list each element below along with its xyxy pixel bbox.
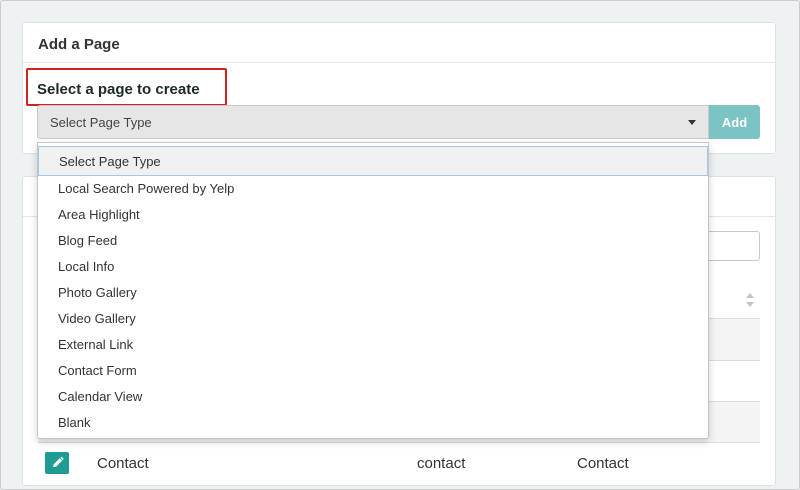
- dropdown-option[interactable]: Video Gallery: [38, 306, 708, 332]
- pencil-icon: [53, 456, 64, 467]
- table-search-input[interactable]: [700, 231, 760, 261]
- dropdown-option[interactable]: Contact Form: [38, 358, 708, 384]
- dropdown-option[interactable]: Blog Feed: [38, 228, 708, 254]
- row-title: Contact: [97, 455, 149, 472]
- dropdown-option[interactable]: Local Info: [38, 254, 708, 280]
- chevron-down-icon: [688, 120, 696, 125]
- dropdown-option[interactable]: Local Search Powered by Yelp: [38, 176, 708, 202]
- dropdown-option[interactable]: External Link: [38, 332, 708, 358]
- dropdown-option[interactable]: Blank: [38, 410, 708, 436]
- table-row-divider: [38, 442, 760, 443]
- dropdown-option[interactable]: Calendar View: [38, 384, 708, 410]
- card-title: Add a Page: [23, 23, 775, 63]
- dropdown-option[interactable]: Photo Gallery: [38, 280, 708, 306]
- select-label: Select a page to create: [37, 81, 200, 98]
- edit-button[interactable]: [45, 452, 69, 474]
- dropdown-option[interactable]: Select Page Type: [38, 146, 708, 176]
- page-type-select-value: Select Page Type: [50, 115, 152, 130]
- dropdown-options: Select Page Type Local Search Powered by …: [38, 146, 708, 436]
- row-type: Contact: [577, 455, 629, 472]
- page-type-dropdown: Select Page Type Local Search Powered by …: [37, 142, 709, 439]
- sort-icon[interactable]: [745, 292, 755, 308]
- add-button[interactable]: Add: [709, 105, 760, 139]
- page-type-select[interactable]: Select Page Type: [37, 105, 709, 139]
- dropdown-option[interactable]: Area Highlight: [38, 202, 708, 228]
- row-slug: contact: [417, 455, 466, 472]
